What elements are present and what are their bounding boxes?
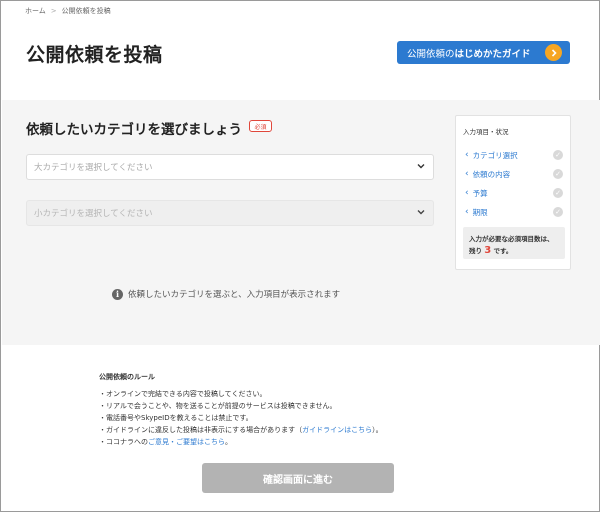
chevron-left-icon: ‹ — [465, 207, 469, 217]
remaining-suffix: です。 — [493, 247, 513, 255]
guide-button[interactable]: 公開依頼の はじめかたガイド — [397, 41, 570, 64]
rules-line4-pre: ・ガイドラインに違反した投稿は非表示にする場合があります（ — [99, 426, 303, 434]
rules-line5-pre: ・ココナラへの — [99, 438, 148, 446]
check-icon: ✓ — [553, 188, 563, 198]
confirm-button[interactable]: 確認画面に進む — [202, 463, 394, 493]
status-item-deadline[interactable]: ‹ 期限 ✓ — [465, 205, 565, 219]
large-category-placeholder: 大カテゴリを選択してください — [34, 163, 153, 173]
section-title: 依頼したいカテゴリを選びましょう — [26, 122, 242, 138]
status-item-budget[interactable]: ‹ 予算 ✓ — [465, 186, 565, 200]
breadcrumb-current: 公開依頼を投稿 — [61, 7, 111, 15]
check-icon: ✓ — [553, 207, 563, 217]
guide-button-strong: はじめかたガイド — [454, 48, 531, 60]
chevron-left-icon: ‹ — [465, 169, 469, 179]
rules-title: 公開依頼のルール — [99, 373, 155, 381]
status-item-category[interactable]: ‹ カテゴリ選択 ✓ — [465, 148, 565, 162]
rules-line: ・電話番号やSkypeIDを教えることは禁止です。 — [99, 414, 253, 422]
status-item-label: 期限 — [472, 207, 488, 217]
status-item-label: カテゴリ選択 — [472, 150, 518, 160]
status-item-content[interactable]: ‹ 依頼の内容 ✓ — [465, 167, 565, 181]
check-icon: ✓ — [553, 150, 563, 160]
check-icon: ✓ — [553, 169, 563, 179]
info-message: i 依頼したいカテゴリを選ぶと、入力項目が表示されます — [112, 288, 340, 300]
rules-line4-post: ）。 — [372, 426, 383, 434]
chevron-right-icon — [545, 44, 562, 61]
chevron-left-icon: ‹ — [465, 188, 469, 198]
remaining-line: 残り 3 です。 — [469, 245, 559, 257]
large-category-select[interactable]: 大カテゴリを選択してください — [26, 154, 434, 180]
breadcrumb-home[interactable]: ホーム — [25, 6, 46, 16]
info-text: 依頼したいカテゴリを選ぶと、入力項目が表示されます — [128, 290, 341, 300]
guideline-link[interactable]: ガイドラインはこちら — [302, 426, 372, 434]
page-frame: ホーム > 公開依頼を投稿 公開依頼を投稿 公開依頼の はじめかたガイド 依頼した… — [0, 0, 600, 512]
info-icon: i — [112, 288, 123, 300]
remaining-count: 3 — [484, 245, 492, 256]
chevron-down-icon — [417, 210, 425, 215]
chevron-left-icon: ‹ — [465, 150, 469, 160]
small-category-select[interactable]: 小カテゴリを選択してください — [26, 200, 434, 226]
rules-line: ・リアルで会うことや、物を送ることが前提のサービスは投稿できません。 — [99, 402, 337, 410]
guide-button-prefix: 公開依頼の — [407, 48, 455, 60]
breadcrumb-separator: > — [50, 7, 57, 15]
rules-line5-post: 。 — [225, 438, 232, 446]
rules-line: ・ガイドラインに違反した投稿は非表示にする場合があります（ガイドラインはこちら）… — [99, 424, 383, 436]
rules-section: 公開依頼のルール ・オンラインで完結できる内容で投稿してください。 ・リアルで会… — [99, 371, 383, 448]
breadcrumb: ホーム > 公開依頼を投稿 — [25, 6, 111, 16]
rules-line: ・オンラインで完結できる内容で投稿してください。 — [99, 390, 267, 398]
feedback-link[interactable]: ご意見・ご要望はこちら — [148, 438, 225, 446]
small-category-placeholder: 小カテゴリを選択してください — [34, 209, 153, 219]
chevron-down-icon — [417, 164, 425, 169]
remaining-pre: 残り — [469, 247, 482, 255]
status-item-label: 予算 — [472, 188, 488, 198]
required-badge: 必須 — [249, 120, 272, 132]
rules-line: ・ココナラへのご意見・ご要望はこちら。 — [99, 436, 383, 448]
page-title: 公開依頼を投稿 — [26, 44, 163, 66]
status-title: 入力項目・状況 — [463, 128, 509, 136]
remaining-count-box: 入力が必要な必須項目数は、 残り 3 です。 — [463, 227, 565, 259]
status-panel: 入力項目・状況 ‹ カテゴリ選択 ✓ ‹ 依頼の内容 ✓ ‹ 予算 ✓ ‹ 期限… — [455, 115, 571, 270]
status-item-label: 依頼の内容 — [472, 169, 511, 179]
remaining-prefix: 入力が必要な必須項目数は、 — [469, 235, 554, 243]
